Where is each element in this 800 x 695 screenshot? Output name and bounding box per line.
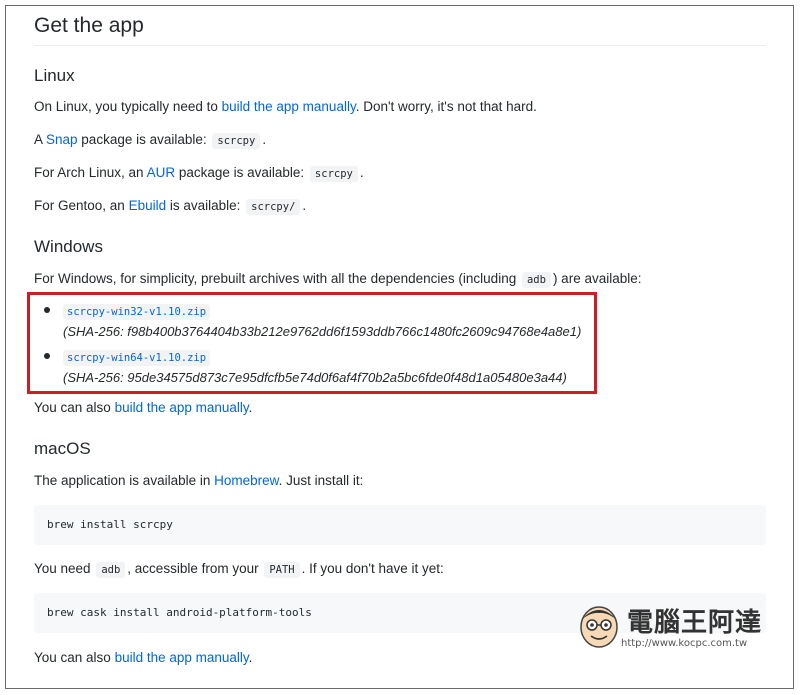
linux-heading: Linux (34, 66, 75, 85)
watermark-title: 電腦王阿達 (627, 608, 763, 638)
macos-heading: macOS (34, 439, 91, 458)
path-code: PATH (264, 562, 300, 578)
cartoon-face-icon (580, 606, 618, 648)
ebuild-link[interactable]: Ebuild (129, 198, 167, 213)
adb-code: adb (96, 562, 126, 578)
aur-link[interactable]: AUR (147, 165, 176, 180)
homebrew-link[interactable]: Homebrew (214, 473, 279, 488)
download-item-win32: scrcpy-win32-v1.10.zip (SHA-256: f98b400… (34, 302, 581, 348)
build-manually-link[interactable]: build the app manually (222, 99, 356, 114)
linux-paragraph-aur: For Arch Linux, an AUR package is availa… (34, 165, 364, 182)
brew-install-code-block[interactable]: brew install scrcpy (34, 505, 766, 545)
win32-sha256: (SHA-256: f98b400b3764404b33b212e9762dd6… (63, 324, 582, 339)
aur-package-code: scrcpy (309, 166, 358, 182)
macos-intro: The application is available in Homebrew… (34, 473, 364, 488)
win64-download-link[interactable]: scrcpy-win64-v1.10.zip (63, 350, 211, 366)
download-item-win64: scrcpy-win64-v1.10.zip (SHA-256: 95de345… (34, 348, 581, 394)
macos-need-paragraph: You need adb, accessible from your PATH.… (34, 561, 444, 578)
snap-package-code: scrcpy (212, 133, 261, 149)
windows-heading: Windows (34, 237, 103, 256)
linux-paragraph-1: On Linux, you typically need to build th… (34, 99, 537, 114)
windows-intro: For Windows, for simplicity, prebuilt ar… (34, 271, 642, 288)
watermark-url: http://www.kocpc.com.tw (621, 638, 748, 649)
linux-paragraph-snap: A Snap package is available: scrcpy. (34, 132, 267, 149)
watermark: 電腦王阿達 http://www.kocpc.com.tw (575, 598, 775, 658)
bullet (44, 307, 50, 313)
win64-sha256: (SHA-256: 95de34575d873c7e95dfcfb5e74d0f… (63, 370, 567, 385)
linux-paragraph-gentoo: For Gentoo, an Ebuild is available: scrc… (34, 198, 307, 215)
page-frame: Get the app Linux On Linux, you typicall… (5, 5, 794, 689)
macos-build-manually-link[interactable]: build the app manually (115, 650, 249, 665)
bullet (44, 353, 50, 359)
section-title: Get the app (34, 14, 144, 37)
macos-also-paragraph: You can also build the app manually. (34, 650, 253, 665)
title-divider (34, 45, 766, 46)
windows-build-manually-link[interactable]: build the app manually (115, 400, 249, 415)
windows-download-list: scrcpy-win32-v1.10.zip (SHA-256: f98b400… (34, 302, 581, 394)
adb-code: adb (521, 272, 551, 288)
ebuild-package-code: scrcpy/ (246, 199, 301, 215)
win32-download-link[interactable]: scrcpy-win32-v1.10.zip (63, 304, 211, 320)
windows-also-paragraph: You can also build the app manually. (34, 400, 253, 415)
snap-link[interactable]: Snap (46, 132, 78, 147)
